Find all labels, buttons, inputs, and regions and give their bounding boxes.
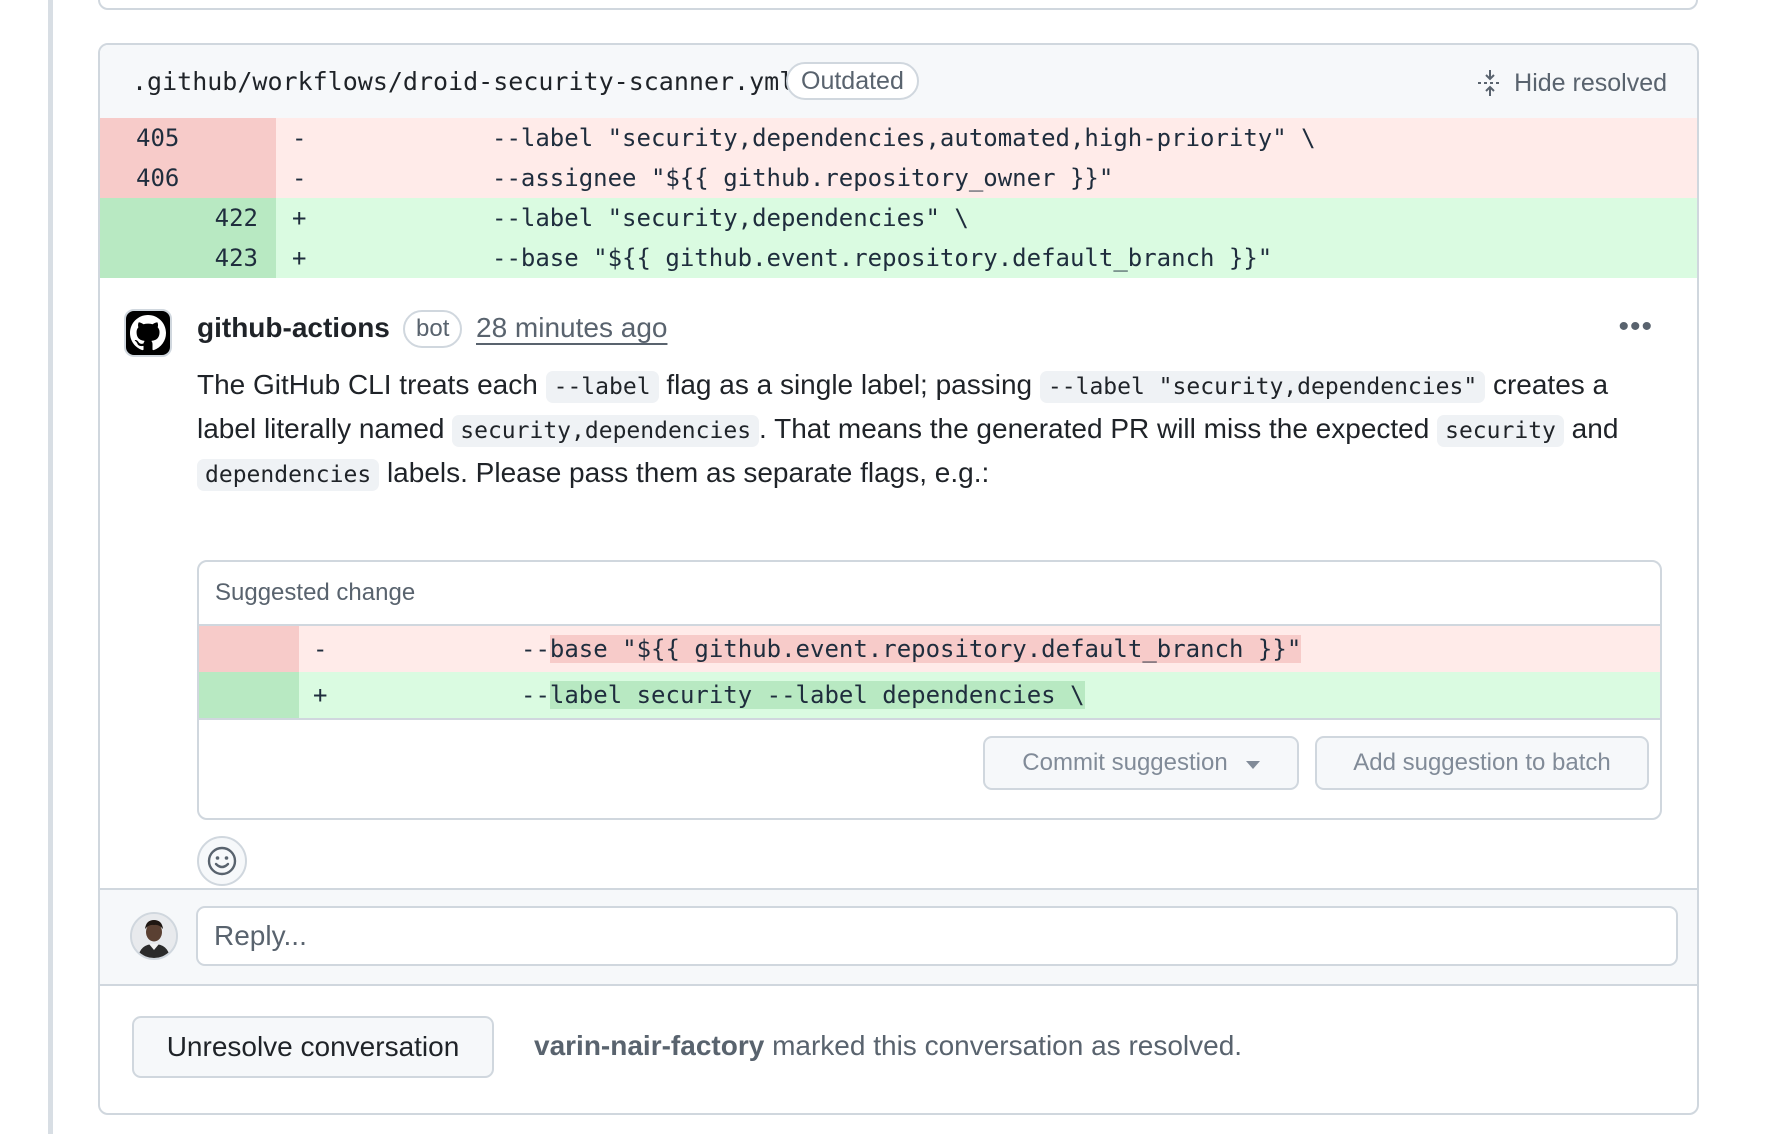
diff-sign: +	[276, 238, 332, 278]
body-text: . That means the generated PR will miss …	[759, 413, 1438, 444]
code-highlight: base "${{ github.event.repository.defaul…	[549, 635, 1302, 663]
suggested-change-title: Suggested change	[199, 562, 1660, 626]
suggestion-code: --label security --label dependencies \	[349, 681, 1085, 709]
suggested-change-box: Suggested change - --base "${{ github.ev…	[197, 560, 1662, 820]
kebab-horizontal-icon[interactable]: •••	[1618, 312, 1653, 342]
unresolve-conversation-button[interactable]: Unresolve conversation	[132, 1016, 494, 1078]
comment-author[interactable]: github-actions	[197, 312, 390, 344]
resolver-username[interactable]: varin-nair-factory	[534, 1030, 764, 1061]
reply-input[interactable]: Reply...	[196, 906, 1678, 966]
triangle-down-icon	[1245, 761, 1260, 769]
suggestion-gutter	[199, 626, 299, 672]
previous-thread-card	[98, 0, 1698, 10]
diff-line: 405 - --label "security,dependencies,aut…	[100, 118, 1697, 158]
old-line-number[interactable]	[100, 198, 188, 238]
old-line-number[interactable]: 406	[100, 158, 188, 198]
diff-code: --label "security,dependencies,automated…	[492, 124, 1316, 152]
diff-sign: +	[276, 198, 332, 238]
code-prefix: --	[521, 681, 550, 709]
new-line-number[interactable]: 423	[188, 238, 276, 278]
body-text: labels. Please pass them as separate fla…	[379, 457, 990, 488]
resolution-message: marked this conversation as resolved.	[764, 1030, 1243, 1061]
add-reaction-button[interactable]	[197, 836, 247, 886]
inline-code: dependencies	[197, 459, 380, 491]
hide-resolved-button[interactable]: Hide resolved	[1476, 63, 1667, 103]
body-text: flag as a single label; passing	[658, 369, 1040, 400]
smiley-icon	[207, 846, 237, 876]
comment-timestamp[interactable]: 28 minutes ago	[476, 312, 667, 344]
code-highlight: label security --label dependencies \	[549, 681, 1085, 709]
new-line-number[interactable]	[188, 118, 276, 158]
user-avatar[interactable]	[130, 912, 178, 960]
diff-sign: -	[313, 635, 328, 663]
diff-sign: +	[313, 681, 328, 709]
diff-sign: -	[276, 158, 332, 198]
outdated-badge: Outdated	[786, 62, 919, 100]
diff-code: --assignee "${{ github.repository_owner …	[492, 164, 1114, 192]
hide-resolved-label: Hide resolved	[1514, 68, 1667, 97]
user-avatar-image	[132, 914, 176, 958]
suggestion-actions: Commit suggestion Add suggestion to batc…	[199, 718, 1660, 816]
new-line-number[interactable]	[188, 158, 276, 198]
body-text: and	[1563, 413, 1619, 444]
commit-suggestion-label: Commit suggestion	[1022, 749, 1228, 776]
commit-suggestion-button[interactable]: Commit suggestion	[983, 736, 1299, 790]
diff-code: --base "${{ github.event.repository.defa…	[492, 244, 1273, 272]
diff-code: --label "security,dependencies" \	[492, 204, 969, 232]
suggestion-added-line: + --label security --label dependencies …	[199, 672, 1660, 718]
author-avatar[interactable]	[124, 309, 172, 357]
diff-line: 406 - --assignee "${{ github.repository_…	[100, 158, 1697, 198]
github-logo-icon	[130, 315, 166, 351]
code-prefix: --	[521, 635, 550, 663]
inline-code: --label "security,dependencies"	[1039, 371, 1486, 403]
comment-body: The GitHub CLI treats each --label flag …	[197, 364, 1637, 496]
old-line-number[interactable]: 405	[100, 118, 188, 158]
inline-code: security,dependencies	[452, 415, 760, 447]
old-line-number[interactable]	[100, 238, 188, 278]
resolution-text: varin-nair-factory marked this conversat…	[534, 1030, 1242, 1062]
suggestion-code: --base "${{ github.event.repository.defa…	[349, 635, 1302, 663]
new-line-number[interactable]: 422	[188, 198, 276, 238]
bot-badge: bot	[403, 310, 463, 348]
review-thread: .github/workflows/droid-security-scanner…	[98, 43, 1699, 1115]
body-text: The GitHub CLI treats each	[197, 369, 546, 400]
timeline-line	[48, 0, 53, 1134]
resolution-bar: Unresolve conversation varin-nair-factor…	[100, 986, 1697, 1106]
suggestion-deleted-line: - --base "${{ github.event.repository.de…	[199, 626, 1660, 672]
diff-line: 422 + --label "security,dependencies" \	[100, 198, 1697, 238]
file-path[interactable]: .github/workflows/droid-security-scanner…	[132, 67, 794, 96]
file-header: .github/workflows/droid-security-scanner…	[100, 45, 1697, 118]
diff-sign: -	[276, 118, 332, 158]
suggestion-gutter	[199, 672, 299, 718]
add-to-batch-button[interactable]: Add suggestion to batch	[1315, 736, 1649, 790]
reply-bar: Reply...	[100, 888, 1697, 986]
diff-line: 423 + --base "${{ github.event.repositor…	[100, 238, 1697, 278]
review-comment: github-actions bot 28 minutes ago ••• Th…	[100, 278, 1697, 888]
fold-icon	[1478, 70, 1503, 96]
inline-code: --label	[545, 371, 659, 403]
inline-code: security	[1437, 415, 1564, 447]
